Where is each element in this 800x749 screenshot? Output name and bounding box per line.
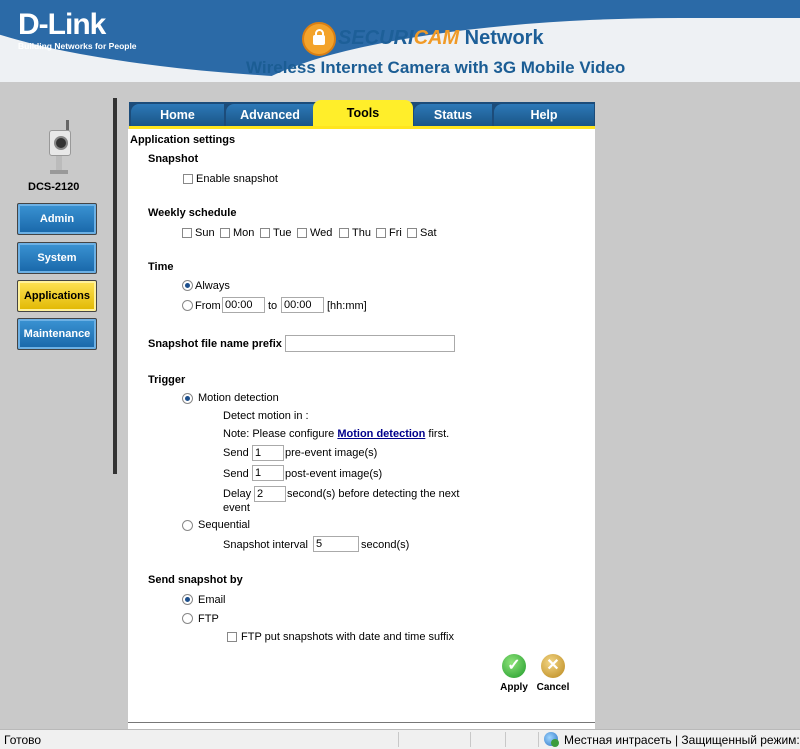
detect-motion-label: Detect motion in : (223, 410, 309, 422)
header-banner: D-Link Building Networks for People SECU… (0, 0, 800, 82)
sidebar-divider (113, 98, 117, 474)
intranet-globe-icon (544, 732, 559, 747)
thu-checkbox[interactable] (339, 228, 349, 238)
cancel-button[interactable]: ✕ Cancel (533, 654, 573, 693)
motion-detection-label: Motion detection (198, 392, 279, 404)
sun-label: Sun (195, 227, 215, 239)
enable-snapshot-checkbox[interactable] (183, 174, 193, 184)
ftp-suffix-label: FTP put snapshots with date and time suf… (241, 631, 454, 643)
sat-checkbox[interactable] (407, 228, 417, 238)
post-event-suffix: post-event image(s) (285, 468, 383, 480)
delay-suffix-event: event (223, 502, 250, 514)
ftp-suffix-checkbox[interactable] (227, 632, 237, 642)
wed-checkbox[interactable] (297, 228, 307, 238)
sequential-radio[interactable] (182, 520, 193, 531)
send-ftp-radio[interactable] (182, 613, 193, 624)
time-from-radio[interactable] (182, 300, 193, 311)
dlink-logo: D-Link Building Networks for People (18, 8, 137, 52)
trigger-section-label: Trigger (148, 374, 186, 386)
snapshot-interval-label: Snapshot interval (223, 539, 308, 551)
page-title: Application settings (130, 134, 236, 146)
time-from-label: From (195, 300, 221, 312)
sidebar-item-admin[interactable]: Admin (17, 203, 97, 235)
close-icon: ✕ (541, 654, 565, 678)
tab-advanced[interactable]: Advanced (226, 104, 314, 126)
motion-note: Note: Please configure Motion detection … (223, 428, 450, 440)
tab-status[interactable]: Status (414, 104, 492, 126)
post-send-label: Send (223, 468, 249, 480)
time-to-input[interactable]: 00:00 (281, 297, 324, 313)
send-email-label: Email (198, 594, 226, 606)
fri-checkbox[interactable] (376, 228, 386, 238)
time-from-input[interactable]: 00:00 (222, 297, 265, 313)
tab-tools[interactable]: Tools (313, 100, 413, 126)
tue-checkbox[interactable] (260, 228, 270, 238)
wed-label: Wed (310, 227, 333, 239)
browser-status-bar: Готово Местная интрасеть | Защищенный ре… (0, 729, 800, 749)
snapshot-interval-suffix: second(s) (361, 539, 410, 551)
weekly-schedule-label: Weekly schedule (148, 207, 237, 219)
send-ftp-label: FTP (198, 613, 219, 625)
checkmark-icon: ✓ (502, 654, 526, 678)
post-event-input[interactable]: 1 (252, 465, 284, 481)
delay-suffix: second(s) before detecting the next (287, 488, 460, 500)
enable-snapshot-label: Enable snapshot (196, 173, 278, 185)
sequential-label: Sequential (198, 519, 250, 531)
delay-input[interactable]: 2 (254, 486, 286, 502)
pre-send-label: Send (223, 447, 249, 459)
sat-label: Sat (420, 227, 437, 239)
motion-detection-link[interactable]: Motion detection (337, 428, 425, 440)
lock-icon (302, 22, 336, 56)
time-always-radio[interactable] (182, 280, 193, 291)
motion-detection-radio[interactable] (182, 393, 193, 404)
pre-event-suffix: pre-event image(s) (285, 447, 378, 459)
sidebar-item-applications[interactable]: Applications (17, 280, 97, 312)
delay-label: Delay (223, 488, 252, 500)
send-by-section-label: Send snapshot by (148, 574, 243, 586)
file-prefix-label: Snapshot file name prefix (148, 338, 282, 350)
status-text: Готово (4, 733, 42, 747)
thu-label: Thu (352, 227, 371, 239)
security-zone-text[interactable]: Местная интрасеть | Защищенный режим: (564, 733, 800, 747)
camera-icon (46, 120, 74, 176)
tab-help[interactable]: Help (494, 104, 594, 126)
apply-button[interactable]: ✓ Apply (494, 654, 534, 693)
product-subtitle: Wireless Internet Camera with 3G Mobile … (246, 58, 626, 77)
model-name: DCS-2120 (28, 181, 80, 193)
sidebar-item-maintenance[interactable]: Maintenance (17, 318, 97, 350)
snapshot-interval-input[interactable]: 5 (313, 536, 359, 552)
time-format-hint: [hh:mm] (327, 300, 367, 312)
sun-checkbox[interactable] (182, 228, 192, 238)
time-to-label: to (268, 300, 278, 312)
sidebar-item-system[interactable]: System (17, 242, 97, 274)
mon-checkbox[interactable] (220, 228, 230, 238)
tab-home[interactable]: Home (131, 104, 224, 126)
file-prefix-input[interactable] (285, 335, 455, 352)
snapshot-section-label: Snapshot (148, 153, 199, 165)
fri-label: Fri (389, 227, 402, 239)
pre-event-input[interactable]: 1 (252, 445, 284, 461)
time-always-label: Always (195, 280, 230, 292)
send-email-radio[interactable] (182, 594, 193, 605)
mon-label: Mon (233, 227, 255, 239)
tue-label: Tue (273, 227, 292, 239)
time-section-label: Time (148, 261, 174, 273)
